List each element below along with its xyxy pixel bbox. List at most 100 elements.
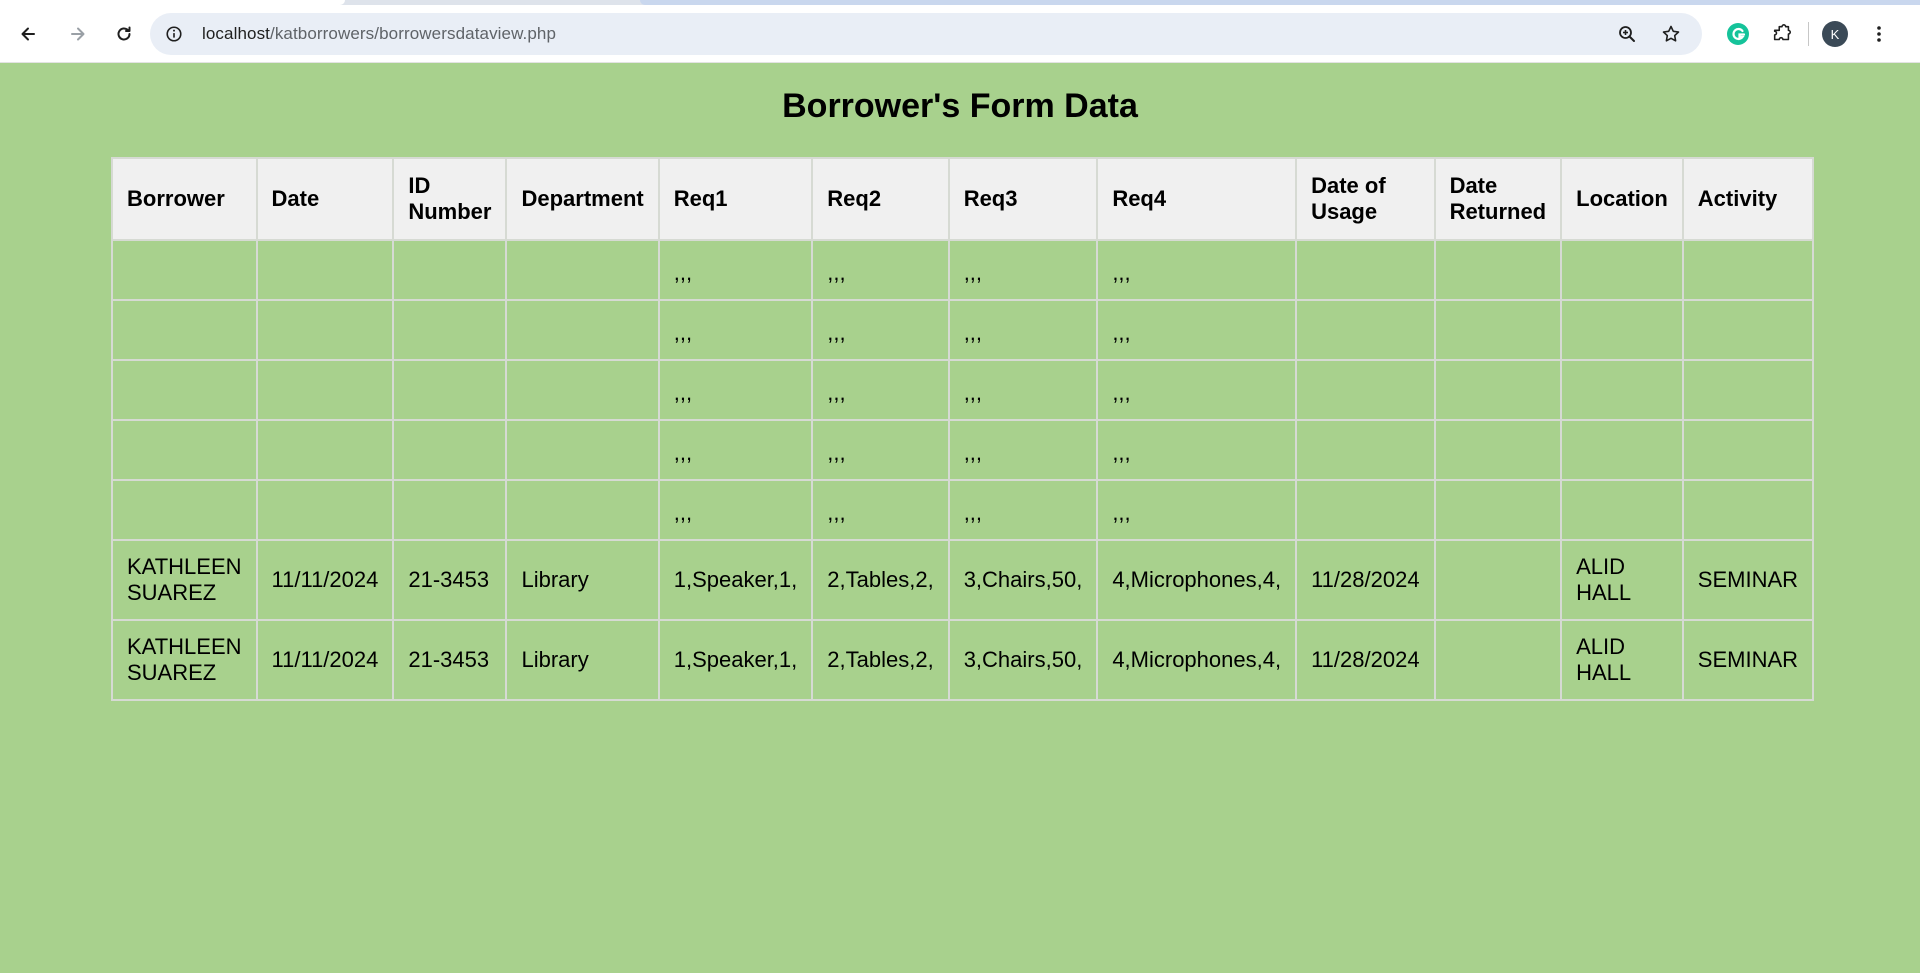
- table-row: ,,, ,,, ,,, ,,,: [111, 419, 1815, 481]
- cell-req3: ,,,: [947, 359, 1099, 421]
- cell-id-number: [392, 239, 508, 301]
- cell-req1: ,,,: [657, 239, 814, 301]
- cell-date-of-usage: [1295, 479, 1436, 541]
- cell-req2: ,,,: [811, 359, 950, 421]
- cell-department: [505, 299, 660, 361]
- cell-req4: 4,Microphones,4,: [1096, 539, 1298, 621]
- cell-date: 11/11/2024: [255, 539, 395, 621]
- site-info-icon[interactable]: [164, 24, 184, 44]
- cell-activity: [1681, 299, 1815, 361]
- cell-date-returned: [1433, 299, 1563, 361]
- cell-date: [255, 359, 395, 421]
- cell-date: [255, 419, 395, 481]
- cell-borrower: [111, 479, 258, 541]
- back-arrow-icon: [21, 27, 35, 40]
- cell-req2: ,,,: [811, 419, 950, 481]
- cell-borrower: KATHLEEN SUAREZ: [111, 619, 258, 701]
- column-header-req2: Req2: [811, 157, 950, 241]
- forward-arrow-icon: [71, 27, 85, 40]
- cell-borrower: KATHLEEN SUAREZ: [111, 539, 258, 621]
- cell-borrower: [111, 419, 258, 481]
- cell-activity: [1681, 239, 1815, 301]
- column-header-borrower: Borrower: [111, 157, 258, 241]
- cell-req2: ,,,: [811, 479, 950, 541]
- cell-id-number: [392, 299, 508, 361]
- cell-req2: ,,,: [811, 239, 950, 301]
- cell-req3: ,,,: [947, 479, 1099, 541]
- forward-button[interactable]: [58, 14, 98, 54]
- table-row: ,,, ,,, ,,, ,,,: [111, 239, 1815, 301]
- cell-date-of-usage: [1295, 239, 1436, 301]
- cell-date-returned: [1433, 359, 1563, 421]
- cell-date: [255, 479, 395, 541]
- cell-id-number: 21-3453: [392, 619, 508, 701]
- cell-date-returned: [1433, 539, 1563, 621]
- table-row: KATHLEEN SUAREZ 11/11/2024 21-3453 Libra…: [111, 539, 1815, 621]
- cell-id-number: 21-3453: [392, 539, 508, 621]
- zoom-icon[interactable]: [1612, 19, 1642, 49]
- cell-req3: ,,,: [947, 419, 1099, 481]
- cell-date-of-usage: 11/28/2024: [1295, 539, 1436, 621]
- cell-req4: ,,,: [1096, 359, 1298, 421]
- cell-activity: SEMINAR: [1681, 539, 1815, 621]
- cell-req2: ,,,: [811, 299, 950, 361]
- address-bar[interactable]: localhost/katborrowers/borrowersdataview…: [150, 13, 1702, 55]
- url-host: localhost: [202, 24, 270, 43]
- cell-department: [505, 479, 660, 541]
- cell-location: [1560, 359, 1684, 421]
- table-row: ,,, ,,, ,,, ,,,: [111, 299, 1815, 361]
- table-header-row: Borrower Date ID Number Department Req1 …: [111, 157, 1815, 241]
- cell-req3: 3,Chairs,50,: [947, 619, 1099, 701]
- cell-date-of-usage: 11/28/2024: [1295, 619, 1436, 701]
- url-path: /katborrowers/borrowersdataview.php: [270, 24, 557, 43]
- cell-date-of-usage: [1295, 359, 1436, 421]
- cell-location: [1560, 479, 1684, 541]
- column-header-date-returned: Date Returned: [1433, 157, 1563, 241]
- cell-req4: ,,,: [1096, 419, 1298, 481]
- cell-req4: ,,,: [1096, 299, 1298, 361]
- cell-date: 11/11/2024: [255, 619, 395, 701]
- column-header-req3: Req3: [947, 157, 1099, 241]
- reload-icon: [117, 26, 131, 40]
- cell-department: [505, 239, 660, 301]
- borrowers-table: Borrower Date ID Number Department Req1 …: [111, 157, 1815, 701]
- cell-req3: ,,,: [947, 239, 1099, 301]
- cell-date-of-usage: [1295, 419, 1436, 481]
- reload-button[interactable]: [104, 14, 144, 54]
- cell-id-number: [392, 419, 508, 481]
- back-button[interactable]: [8, 14, 48, 54]
- cell-department: Library: [505, 539, 660, 621]
- grammarly-extension-icon[interactable]: [1718, 14, 1758, 54]
- column-header-id-number: ID Number: [392, 157, 508, 241]
- cell-department: [505, 359, 660, 421]
- cell-department: Library: [505, 619, 660, 701]
- cell-location: [1560, 239, 1684, 301]
- extensions-puzzle-icon[interactable]: [1762, 14, 1802, 54]
- table-row: ,,, ,,, ,,, ,,,: [111, 359, 1815, 421]
- cell-date-of-usage: [1295, 299, 1436, 361]
- table-row: KATHLEEN SUAREZ 11/11/2024 21-3453 Libra…: [111, 619, 1815, 701]
- column-header-department: Department: [505, 157, 660, 241]
- cell-location: ALID HALL: [1560, 619, 1684, 701]
- cell-activity: [1681, 419, 1815, 481]
- browser-menu-icon[interactable]: [1859, 14, 1899, 54]
- cell-location: [1560, 299, 1684, 361]
- cell-req3: 3,Chairs,50,: [947, 539, 1099, 621]
- cell-date-returned: [1433, 419, 1563, 481]
- cell-date-returned: [1433, 619, 1563, 701]
- cell-activity: [1681, 359, 1815, 421]
- cell-borrower: [111, 299, 258, 361]
- cell-req4: ,,,: [1096, 479, 1298, 541]
- url-text[interactable]: localhost/katborrowers/borrowersdataview…: [202, 24, 556, 44]
- cell-activity: SEMINAR: [1681, 619, 1815, 701]
- cell-borrower: [111, 239, 258, 301]
- column-header-date-of-usage: Date of Usage: [1295, 157, 1436, 241]
- column-header-activity: Activity: [1681, 157, 1815, 241]
- cell-req1: ,,,: [657, 479, 814, 541]
- cell-date-returned: [1433, 479, 1563, 541]
- column-header-location: Location: [1560, 157, 1684, 241]
- cell-department: [505, 419, 660, 481]
- column-header-req1: Req1: [657, 157, 814, 241]
- bookmark-star-icon[interactable]: [1656, 19, 1686, 49]
- profile-button[interactable]: K: [1815, 14, 1855, 54]
